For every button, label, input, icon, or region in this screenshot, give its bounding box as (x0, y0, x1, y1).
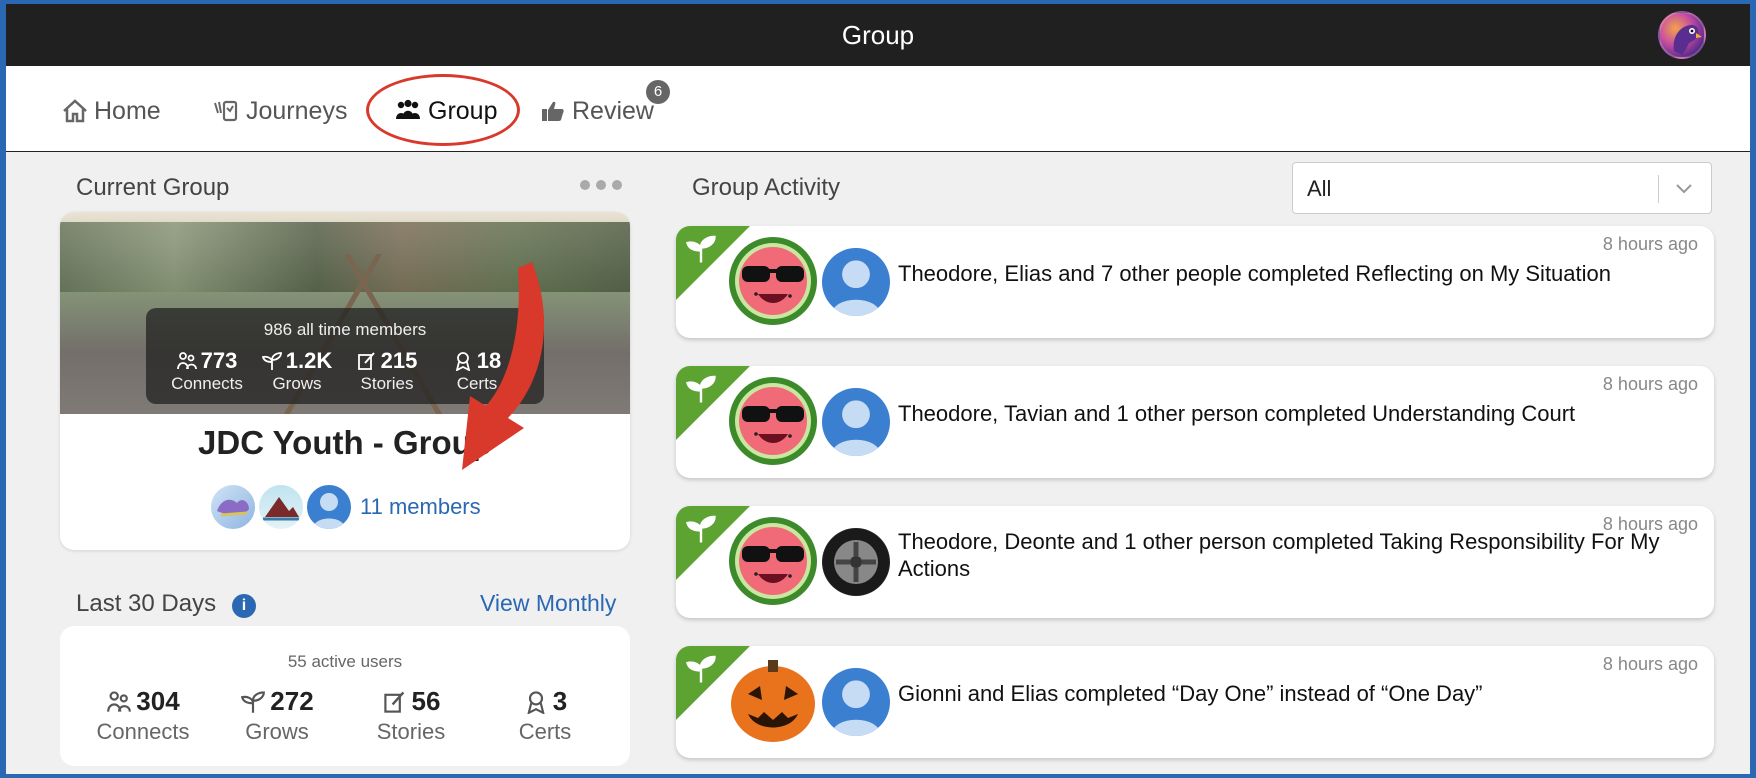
info-icon[interactable]: i (232, 594, 256, 618)
nav-group[interactable]: Group (394, 94, 497, 128)
nav-home[interactable]: Home (62, 94, 161, 128)
month-stat-stories: 56 Stories (376, 686, 446, 744)
chevron-down-icon (1676, 184, 1692, 194)
last-30-days-heading: Last 30 Days (76, 590, 217, 617)
sprout-icon (686, 235, 716, 263)
stories-icon (357, 352, 375, 370)
watermelon-avatar-icon (728, 516, 818, 606)
award-icon (527, 690, 545, 714)
month-stat-grows: 272 Grows (212, 686, 342, 745)
stories-icon (383, 691, 404, 713)
connects-icon (107, 690, 132, 712)
last-30-days-card: 55 active users 304 Connects 272 Grows 5… (60, 626, 630, 766)
review-count-badge: 6 (646, 80, 670, 104)
nav-home-label: Home (94, 96, 161, 125)
activity-text: Gionni and Elias completed “Day One” ins… (898, 681, 1483, 706)
members-link[interactable]: 11 members (360, 494, 481, 520)
activity-item[interactable]: 8 hours ago Theodore, Deonte and 1 other… (676, 506, 1714, 618)
member-avatar[interactable] (304, 482, 354, 532)
members-row: 11 members (208, 482, 481, 532)
sprout-icon (261, 352, 282, 370)
view-monthly-link[interactable]: View Monthly (480, 590, 616, 617)
stat-grows: 1.2K Grows (252, 348, 342, 394)
activity-text: Theodore, Tavian and 1 other person comp… (898, 401, 1576, 426)
top-bar: Group (6, 4, 1750, 66)
users-icon (396, 99, 420, 119)
nav-review[interactable]: Review (540, 94, 654, 128)
group-activity-heading: Group Activity (692, 174, 841, 201)
month-stat-certs: 3 Certs (518, 686, 572, 744)
activity-time: 8 hours ago (1602, 374, 1698, 394)
activity-time: 8 hours ago (1602, 234, 1698, 254)
sprout-icon (686, 655, 716, 683)
sprout-icon (686, 515, 716, 543)
activity-filter-select[interactable]: All (1292, 162, 1712, 214)
member-avatar[interactable] (208, 482, 258, 532)
sprout-icon (686, 375, 716, 403)
person-silhouette-icon (822, 248, 890, 316)
nav-group-label: Group (428, 96, 498, 125)
activity-time: 8 hours ago (1602, 654, 1698, 674)
more-options-icon[interactable] (580, 180, 622, 190)
watermelon-avatar-icon (728, 376, 818, 466)
activity-item[interactable]: 8 hours ago Gionni and Elias completed “… (676, 646, 1714, 758)
app-frame: Group Home Journeys Group Review 6 Curre… (6, 4, 1750, 774)
person-silhouette-icon (313, 493, 345, 529)
activity-item[interactable]: 8 hours ago Theodore, Elias and 7 other … (676, 226, 1714, 338)
stat-stories: 215 Stories (342, 348, 432, 394)
home-icon (63, 99, 87, 123)
pumpkin-avatar-icon (728, 656, 818, 746)
stat-connects: 773 Connects (171, 348, 243, 393)
thumbs-up-icon (542, 101, 564, 121)
activity-item[interactable]: 8 hours ago Theodore, Tavian and 1 other… (676, 366, 1714, 478)
annotation-arrow-icon (462, 262, 545, 470)
nav-journeys-label: Journeys (246, 96, 348, 125)
filter-value: All (1307, 176, 1332, 201)
connects-icon (176, 352, 197, 370)
member-avatar[interactable] (256, 482, 306, 532)
person-silhouette-icon (822, 668, 890, 736)
watermelon-avatar-icon (728, 236, 818, 326)
active-users: 55 active users (287, 652, 403, 671)
activity-text: Theodore, Elias and 7 other people compl… (898, 261, 1611, 286)
page-title: Group (841, 20, 915, 50)
sprout-icon (241, 690, 266, 713)
user-avatar[interactable] (1658, 11, 1706, 59)
nav-journeys[interactable]: Journeys (212, 94, 347, 128)
person-silhouette-icon (822, 388, 890, 456)
main-nav: Home Journeys Group Review 6 (6, 66, 1750, 152)
wheel-avatar-icon (822, 528, 890, 596)
nav-review-label: Review (572, 96, 654, 125)
month-stat-connects: 304 Connects (96, 686, 190, 744)
graffiti-avatar-icon (217, 499, 249, 517)
activity-text: Theodore, Deonte and 1 other person comp… (898, 529, 1660, 581)
mountain-avatar-icon (263, 497, 299, 521)
current-group-heading: Current Group (76, 174, 230, 201)
journeys-icon (214, 100, 238, 122)
